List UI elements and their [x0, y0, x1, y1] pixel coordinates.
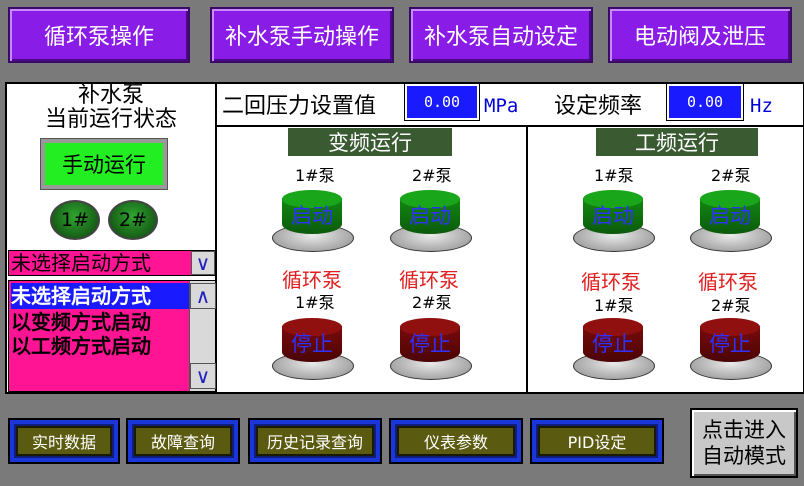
pf-pump1-start-button[interactable]: 启动 — [573, 190, 655, 252]
pf-pump2-stop-button[interactable]: 停止 — [690, 318, 772, 380]
scroll-down-icon[interactable]: ∨ — [190, 363, 216, 389]
frequency-input[interactable]: 0.00 — [666, 83, 744, 121]
mode-indicator-frame: 手动运行 — [40, 138, 168, 190]
start-mode-option[interactable]: 以工频方式启动 — [11, 333, 189, 359]
fault-query-button[interactable]: 故障查询 — [126, 418, 240, 464]
pf-stop-pump1-label: 1#泵 — [594, 296, 634, 315]
pf-pump1-stop-button[interactable]: 停止 — [573, 318, 655, 380]
pf-section-title: 工频运行 — [596, 128, 758, 156]
vf-pump1-stop-button[interactable]: 停止 — [272, 318, 354, 380]
start-mode-selected: 未选择启动方式 — [11, 251, 151, 275]
nav-makeup-pump-auto[interactable]: 补水泵自动设定 — [409, 7, 593, 63]
pf-pump2-start-button[interactable]: 启动 — [690, 190, 772, 252]
status-title: 补水泵 当前运行状态 — [44, 83, 177, 132]
vf-stop-pump2-label: 2#泵 — [412, 293, 452, 312]
divider — [526, 125, 528, 394]
vf-pump1-start-button[interactable]: 启动 — [272, 190, 354, 252]
pf-circ-label-2: 循环泵 — [698, 270, 758, 294]
frequency-unit: Hz — [750, 95, 773, 117]
vf-pump2-stop-button[interactable]: 停止 — [390, 318, 472, 380]
pressure-unit: MPa — [484, 95, 519, 117]
nav-makeup-pump-manual[interactable]: 补水泵手动操作 — [210, 7, 394, 63]
frequency-label: 设定频率 — [554, 94, 643, 119]
nav-circulation-pump[interactable]: 循环泵操作 — [8, 7, 190, 63]
nav-valve-relief[interactable]: 电动阀及泄压 — [608, 7, 792, 63]
pump2-status-lamp: 2# — [108, 200, 158, 240]
history-query-button[interactable]: 历史记录查询 — [248, 418, 382, 464]
realtime-data-button[interactable]: 实时数据 — [8, 418, 120, 464]
start-mode-select[interactable]: 未选择启动方式 ∨ — [8, 250, 216, 276]
start-mode-option[interactable]: 未选择启动方式 — [11, 283, 189, 309]
vf-pump1-label: 1#泵 — [295, 166, 335, 185]
mode-indicator: 手动运行 — [45, 143, 163, 185]
vf-pump2-label: 2#泵 — [412, 166, 452, 185]
pf-pump2-label: 2#泵 — [711, 166, 751, 185]
pf-pump1-label: 1#泵 — [594, 166, 634, 185]
vf-section-title: 变频运行 — [288, 128, 452, 156]
pump1-status-lamp: 1# — [50, 200, 100, 240]
scroll-up-icon[interactable]: ∧ — [190, 283, 216, 309]
enter-auto-mode-button[interactable]: 点击进入 自动模式 — [690, 408, 798, 478]
chevron-down-icon[interactable]: ∨ — [191, 251, 215, 275]
pf-circ-label-1: 循环泵 — [581, 270, 641, 294]
scrollbar[interactable]: ∧ ∨ — [189, 281, 216, 391]
pressure-input[interactable]: 0.00 — [404, 83, 480, 121]
start-mode-option[interactable]: 以变频方式启动 — [11, 309, 189, 335]
start-mode-list[interactable]: 未选择启动方式 以变频方式启动 以工频方式启动 ∧ ∨ — [8, 280, 216, 392]
pressure-label: 二回压力设置值 — [222, 94, 377, 119]
pf-stop-pump2-label: 2#泵 — [711, 296, 751, 315]
pid-settings-button[interactable]: PID设定 — [530, 418, 664, 464]
vf-pump2-start-button[interactable]: 启动 — [390, 190, 472, 252]
vf-stop-pump1-label: 1#泵 — [295, 293, 335, 312]
instrument-params-button[interactable]: 仪表参数 — [389, 418, 523, 464]
